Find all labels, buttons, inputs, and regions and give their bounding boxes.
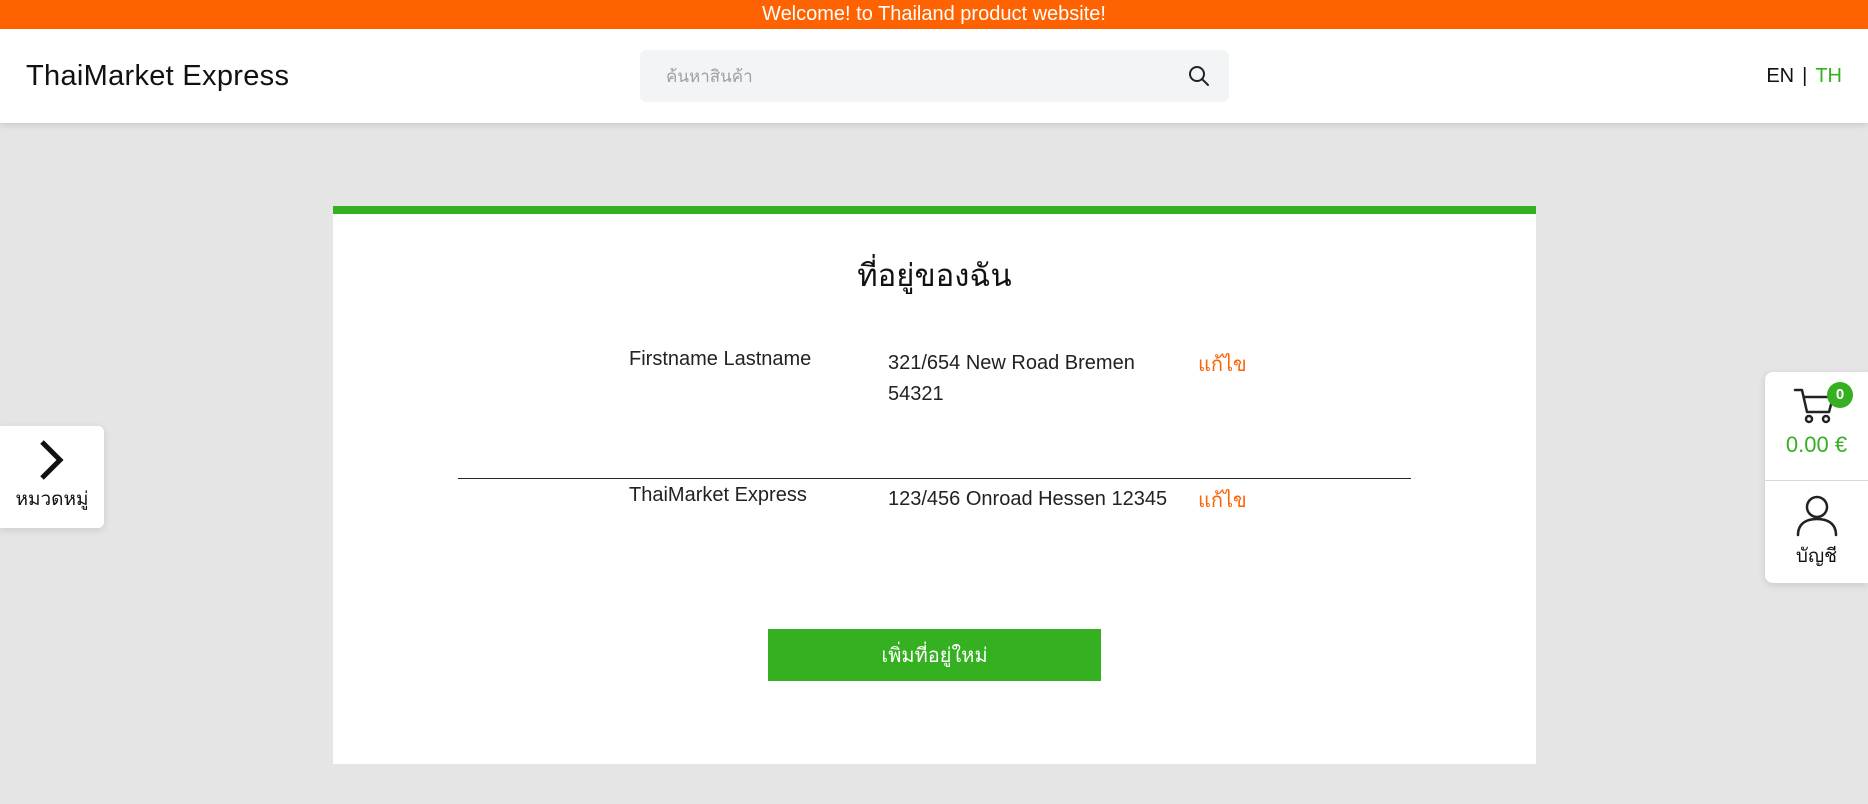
edit-address-link[interactable]: แก้ไข — [1198, 484, 1247, 516]
page-title: ที่อยู่ของฉัน — [857, 258, 1012, 294]
header: ThaiMarket Express EN | TH — [0, 29, 1868, 123]
cart-count-badge: 0 — [1827, 382, 1853, 408]
chevron-right-icon — [40, 440, 64, 480]
brand-logo[interactable]: ThaiMarket Express — [26, 29, 289, 123]
account-button[interactable]: บัญชี — [1765, 481, 1868, 583]
lang-separator: | — [1802, 65, 1808, 87]
search-icon[interactable] — [1187, 64, 1211, 88]
categories-toggle[interactable]: หมวดหมู่ — [0, 426, 104, 528]
account-label: บัญชี — [1795, 545, 1838, 567]
announcement-bar: Welcome! to Thailand product website! — [0, 0, 1868, 29]
search-input[interactable] — [664, 50, 1188, 104]
search-box — [640, 50, 1229, 104]
lang-th[interactable]: TH — [1815, 65, 1842, 87]
edit-address-link[interactable]: แก้ไข — [1198, 348, 1247, 380]
user-icon — [1796, 495, 1838, 537]
address-name: ThaiMarket Express — [629, 484, 807, 506]
divider — [458, 478, 1411, 479]
address-card: ที่อยู่ของฉัน Firstname Lastname 321/654… — [333, 206, 1536, 764]
categories-label: หมวดหมู่ — [15, 488, 89, 510]
address-text: 321/654 New Road Bremen 54321 — [888, 352, 1135, 405]
lang-en[interactable]: EN — [1766, 65, 1794, 87]
address-text: 123/456 Onroad Hessen 12345 — [888, 488, 1168, 510]
right-sidebar: 0 0.00 € บัญชี — [1765, 372, 1868, 583]
add-address-button[interactable]: เพิ่มที่อยู่ใหม่ — [768, 629, 1101, 681]
address-name: Firstname Lastname — [629, 348, 812, 370]
cart-button[interactable]: 0 0.00 € — [1765, 372, 1868, 481]
language-switcher: EN | TH — [1766, 29, 1842, 123]
cart-total: 0.00 € — [1785, 432, 1848, 457]
